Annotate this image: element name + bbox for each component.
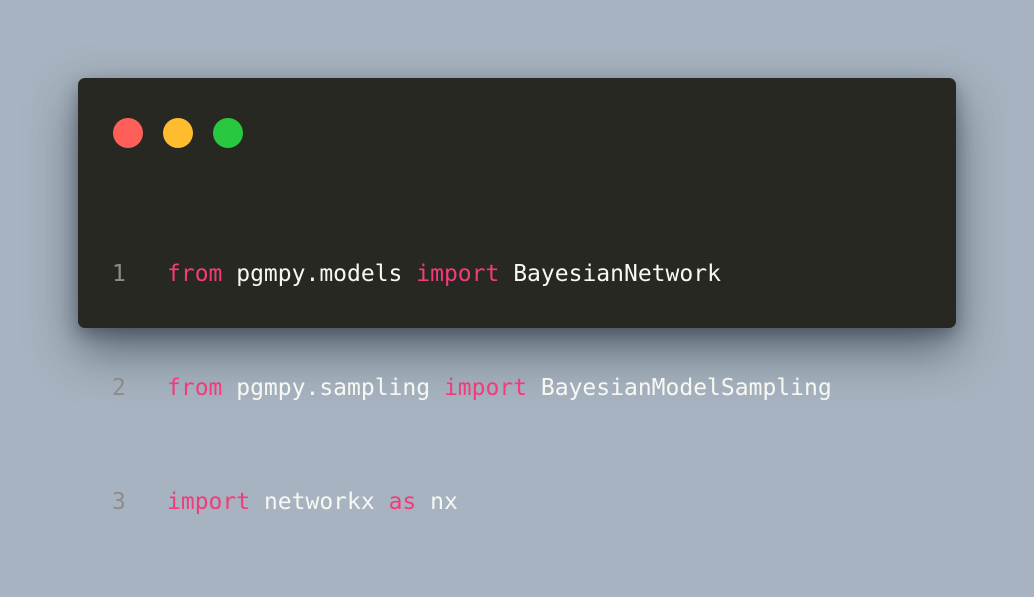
code-window: 1 from pgmpy.models import BayesianNetwor…: [78, 78, 956, 515]
keyword-token: import: [167, 489, 251, 515]
line-number: 2: [112, 375, 126, 401]
code-line: 2 from pgmpy.sampling import BayesianMode…: [112, 369, 832, 407]
code-token: networkx: [250, 489, 389, 515]
code-block: 1 from pgmpy.models import BayesianNetwor…: [112, 179, 832, 597]
keyword-token: from: [167, 261, 223, 287]
close-dot-icon[interactable]: [113, 118, 143, 148]
window-controls: [113, 118, 243, 148]
code-token: pgmpy.sampling: [222, 375, 444, 401]
code-token: nx: [416, 489, 458, 515]
code-token: pgmpy.models: [222, 261, 417, 287]
code-token: BayesianModelSampling: [527, 375, 832, 401]
code-line: 3 import networkx as nx: [112, 483, 832, 521]
keyword-token: import: [416, 261, 500, 287]
line-number: 1: [112, 261, 126, 287]
code-token: BayesianNetwork: [499, 261, 721, 287]
keyword-token: import: [443, 375, 528, 401]
minimize-dot-icon[interactable]: [163, 118, 193, 148]
keyword-token: from: [167, 375, 223, 401]
keyword-token: as: [388, 489, 417, 515]
code-line: 1 from pgmpy.models import BayesianNetwor…: [112, 255, 832, 293]
zoom-dot-icon[interactable]: [213, 118, 243, 148]
line-number: 3: [112, 489, 126, 515]
